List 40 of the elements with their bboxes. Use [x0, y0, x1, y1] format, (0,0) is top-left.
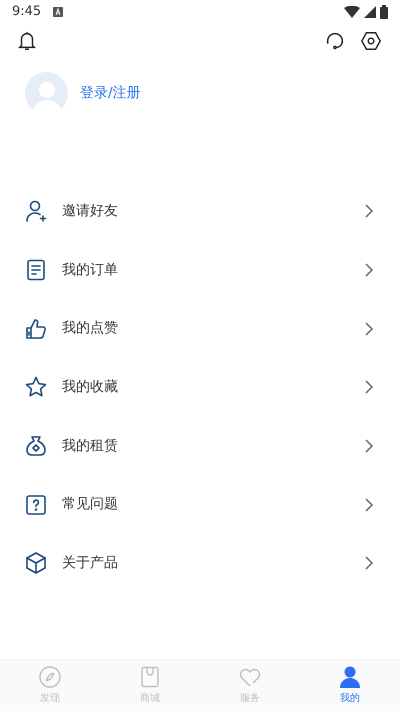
- battery-icon: [380, 5, 388, 19]
- status-time: 9:45: [12, 3, 42, 22]
- chevron-right-icon: [364, 203, 374, 220]
- bell-icon[interactable]: [16, 30, 38, 52]
- menu-item[interactable]: 常见问题: [0, 475, 400, 534]
- person-add-icon: [24, 199, 48, 224]
- wifi-icon: [344, 6, 360, 18]
- star-icon: [24, 375, 48, 400]
- chevron-right-icon: [364, 262, 374, 278]
- menu-label: 邀请好友: [62, 202, 119, 221]
- document-icon: [24, 258, 48, 282]
- person-icon: [338, 665, 362, 689]
- menu-label: 我的租赁: [62, 436, 119, 456]
- question-icon: [24, 492, 48, 517]
- headset-icon[interactable]: [324, 30, 346, 52]
- chevron-right-icon: [364, 438, 374, 454]
- money-bag-icon: [24, 434, 48, 458]
- menu-label: 我的订单: [62, 260, 119, 280]
- menu-label: 我的收藏: [62, 378, 119, 397]
- menu-item[interactable]: 我的收藏: [0, 358, 400, 417]
- cube-icon: [24, 551, 48, 576]
- menu-item[interactable]: 关于产品: [0, 534, 400, 593]
- menu-item[interactable]: 邀请好友: [0, 182, 400, 241]
- menu-item[interactable]: 我的订单: [0, 240, 400, 300]
- chevron-right-icon: [364, 379, 374, 396]
- thumbs-up-icon: [24, 316, 48, 341]
- compass-icon: [38, 665, 62, 689]
- menu-label: 我的点赞: [62, 319, 119, 338]
- tab[interactable]: 我的: [300, 660, 400, 711]
- chevron-right-icon: [364, 555, 374, 572]
- menu-label: 关于产品: [62, 554, 119, 573]
- notification-icon: [53, 7, 64, 17]
- login-link[interactable]: 登录/注册: [80, 83, 141, 104]
- chevron-right-icon: [364, 320, 374, 337]
- menu-item[interactable]: 我的租赁: [0, 416, 400, 476]
- chevron-right-icon: [364, 496, 374, 513]
- signal-icon: [364, 6, 376, 18]
- menu-label: 常见问题: [62, 495, 119, 514]
- settings-icon[interactable]: [360, 30, 382, 52]
- menu-item[interactable]: 我的点赞: [0, 299, 400, 358]
